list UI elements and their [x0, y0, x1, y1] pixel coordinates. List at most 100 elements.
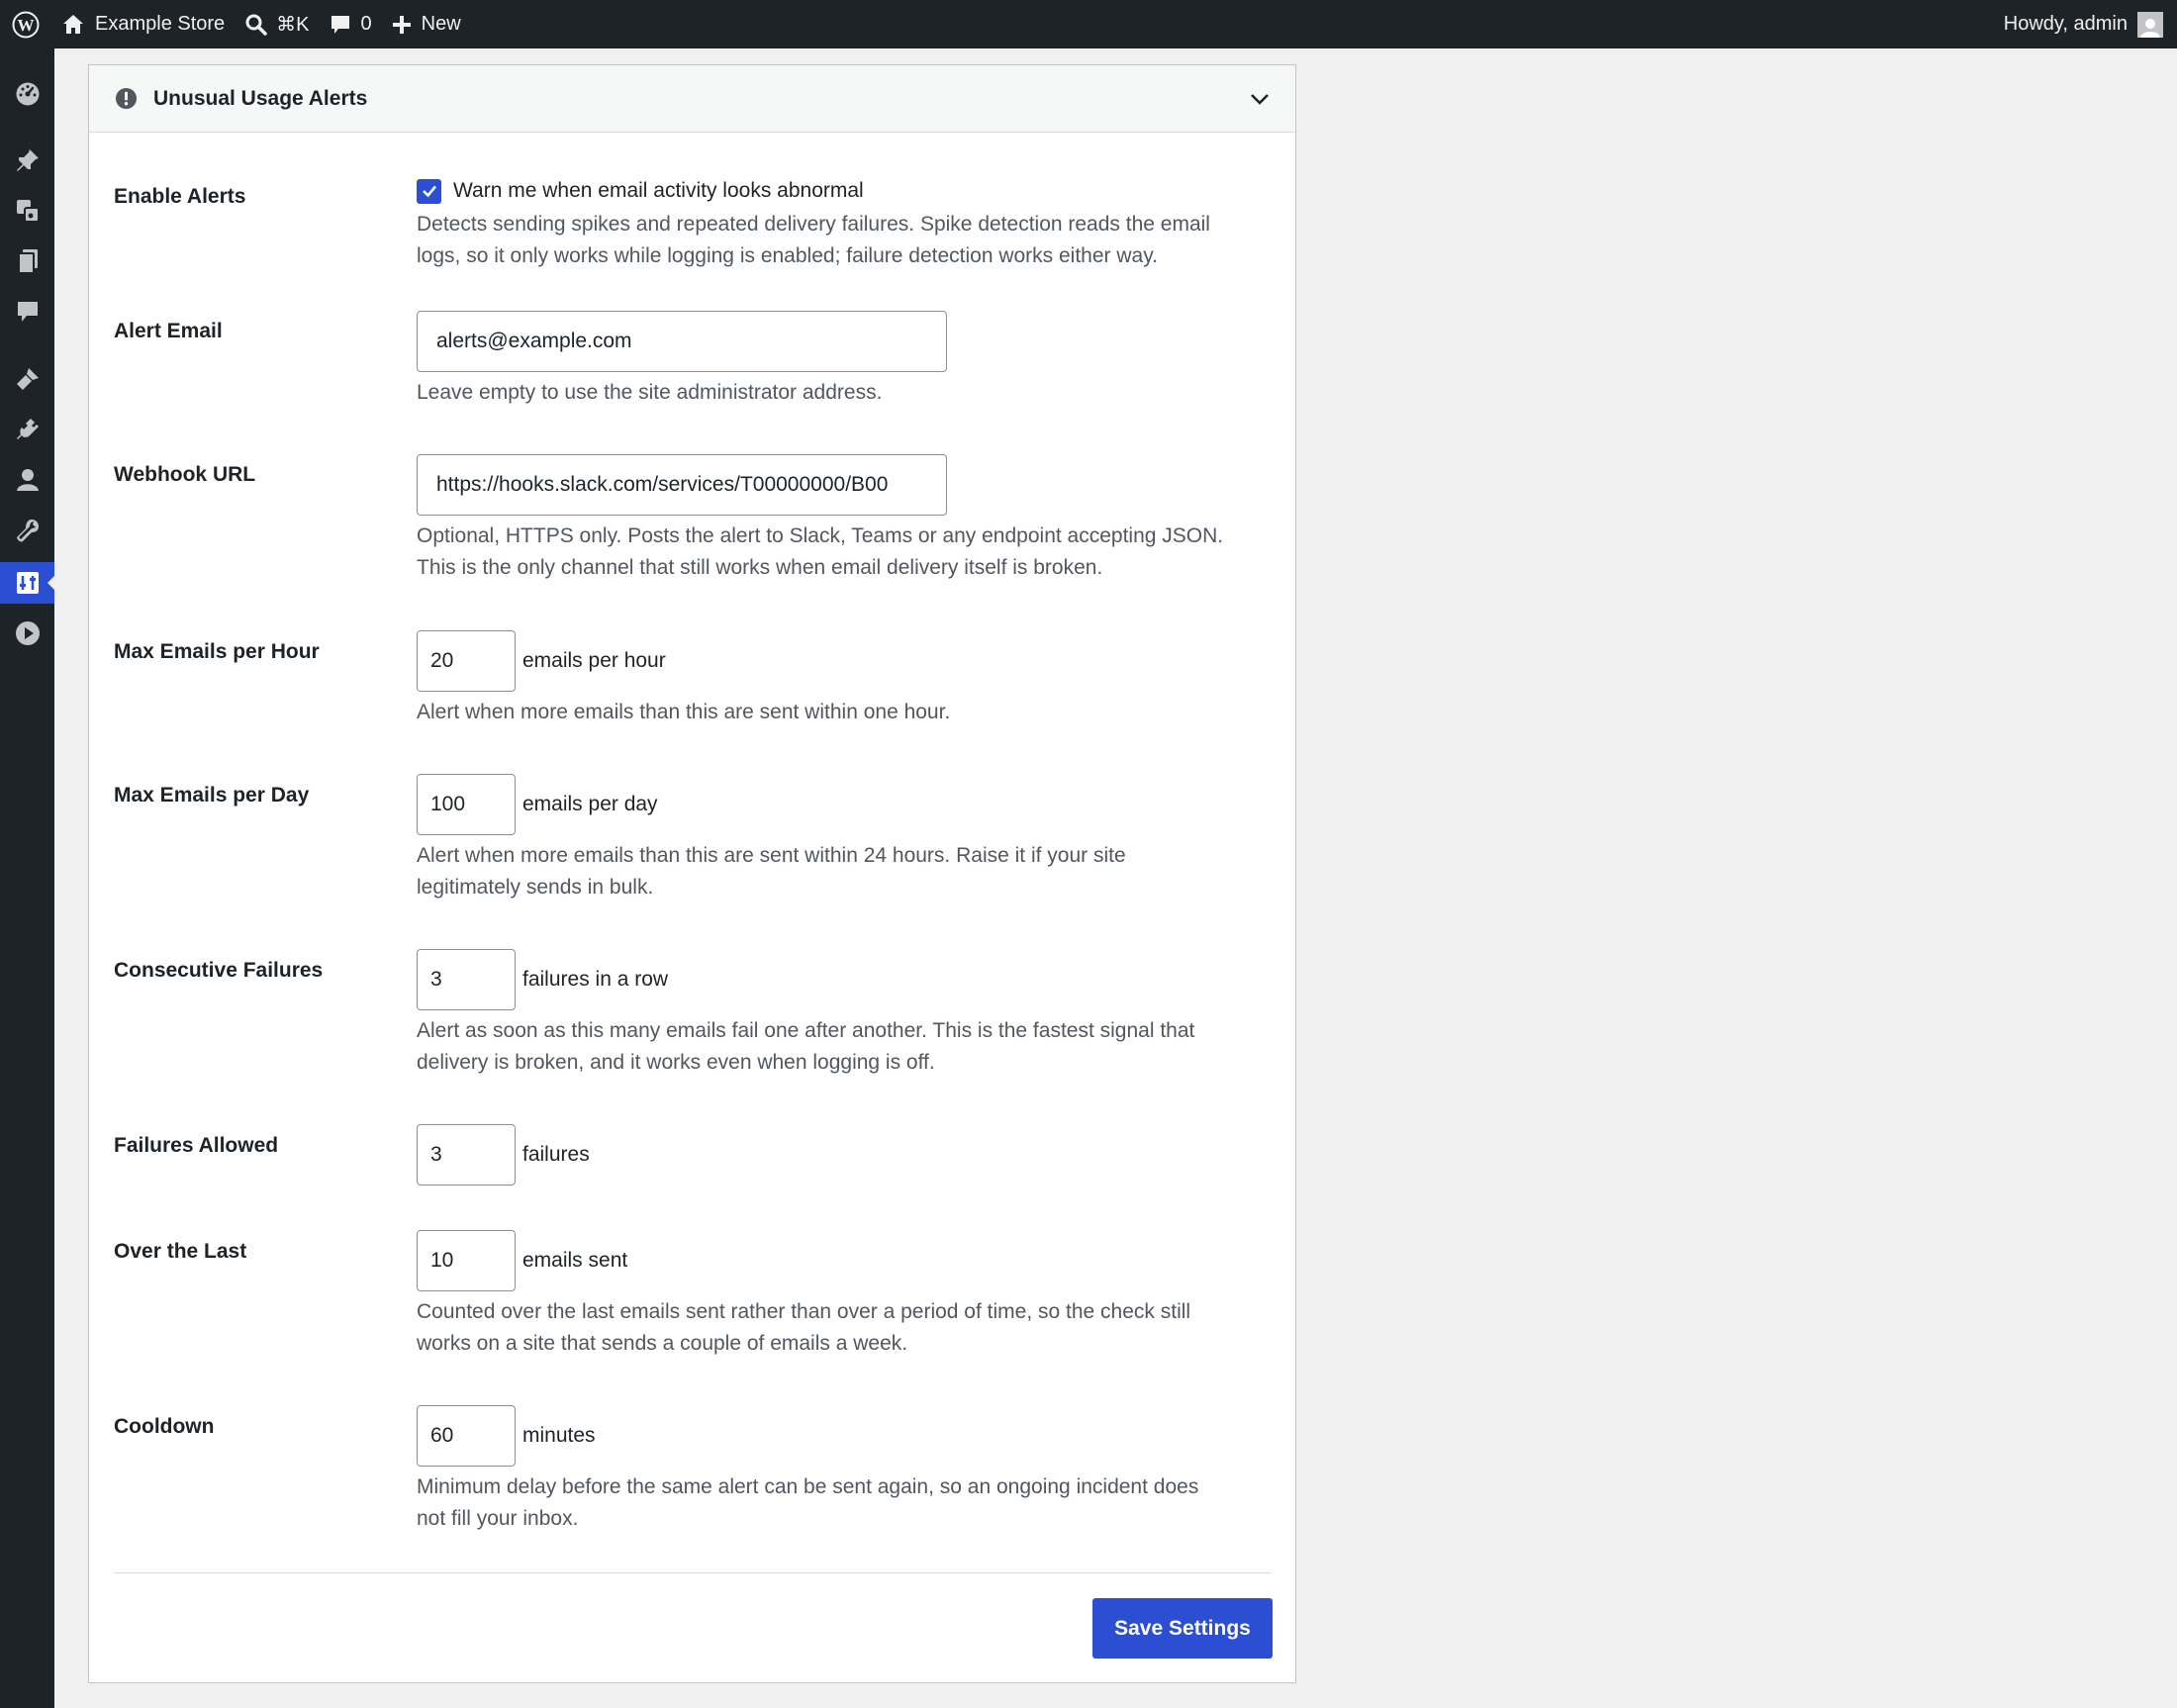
alert-info-icon [115, 87, 138, 110]
save-settings-button[interactable]: Save Settings [1092, 1598, 1273, 1659]
alert-email-input[interactable]: alerts@example.com [417, 311, 947, 372]
description-line: Alert when more emails than this are sen… [417, 701, 951, 723]
max-per-hour-field: 20 emails per hour Alert when more email… [417, 630, 950, 728]
alert-email-label: Alert Email [114, 320, 223, 342]
users-icon [16, 469, 39, 491]
consecutive-failures-label: Consecutive Failures [114, 959, 324, 982]
description-line: legitimately sends in bulk. [417, 876, 654, 899]
menu-item-comments[interactable] [0, 291, 54, 332]
max-per-hour-description: Alert when more emails than this are sen… [417, 697, 950, 728]
media-icon [16, 200, 40, 223]
new-content-link[interactable]: New [382, 0, 471, 48]
description-line: Leave empty to use the site administrato… [417, 381, 883, 404]
panel-header[interactable]: Unusual Usage Alerts [89, 65, 1295, 133]
my-account[interactable]: Howdy, admin [2003, 11, 2177, 38]
over-the-last-label: Over the Last [114, 1240, 247, 1263]
avatar [2137, 11, 2163, 38]
search-shortcut-label: ⌘K [276, 14, 310, 36]
menu-item-appearance[interactable] [0, 358, 54, 400]
cooldown-unit: minutes [522, 1424, 596, 1447]
max-per-hour-input[interactable]: 20 [417, 630, 516, 692]
menu-item-pages[interactable] [0, 240, 54, 282]
consecutive-failures-field: 3 failures in a row Alert as soon as thi… [417, 949, 1194, 1079]
max-per-day-field: 100 emails per day Alert when more email… [417, 774, 1126, 903]
menu-item-posts[interactable] [0, 140, 54, 181]
max-per-hour-unit: emails per hour [522, 649, 666, 672]
menu-item-users[interactable] [0, 459, 54, 501]
footer-divider [114, 1572, 1272, 1573]
webhook-url-input[interactable]: https://hooks.slack.com/services/T000000… [417, 454, 947, 516]
over-the-last-unit: emails sent [522, 1249, 628, 1272]
webhook-url-description: Optional, HTTPS only. Posts the alert to… [417, 521, 1223, 584]
enable-alerts-checkbox-label: Warn me when email activity looks abnorm… [453, 179, 864, 202]
menu-item-tools[interactable] [0, 510, 54, 551]
consecutive-failures-input[interactable]: 3 [417, 949, 516, 1010]
description-line: Minimum delay before the same alert can … [417, 1475, 1199, 1498]
media-player-icon [15, 621, 40, 645]
description-line: Detects sending spikes and repeated deli… [417, 213, 1210, 236]
menu-item-dashboard[interactable] [0, 73, 54, 115]
failures-allowed-input[interactable]: 3 [417, 1124, 516, 1186]
home-icon [63, 14, 83, 34]
max-per-day-description: Alert when more emails than this are sen… [417, 840, 1126, 903]
description-line: works on a site that sends a couple of e… [417, 1332, 908, 1355]
comments-link[interactable]: 0 [320, 0, 382, 48]
enable-alerts-description: Detects sending spikes and repeated deli… [417, 209, 1210, 272]
cooldown-input[interactable]: 60 [417, 1405, 516, 1467]
chevron-down-icon[interactable] [1248, 87, 1272, 111]
webhook-url-label: Webhook URL [114, 463, 256, 486]
description-line: delivery is broken, and it works even wh… [417, 1051, 935, 1074]
command-search[interactable]: ⌘K [235, 0, 319, 48]
alert-email-field: alerts@example.com Leave empty to use th… [417, 311, 947, 409]
failures-allowed-unit: failures [522, 1143, 590, 1166]
comments-icon [17, 302, 38, 322]
description-line: Optional, HTTPS only. Posts the alert to… [417, 524, 1224, 547]
dashboard-icon [16, 82, 39, 106]
description-line: Alert as soon as this many emails fail o… [417, 1019, 1195, 1042]
appearance-icon [16, 368, 39, 390]
description-line: logs, so it only works while logging is … [417, 244, 1158, 267]
plus-icon [392, 15, 411, 34]
admin-menu [0, 48, 55, 1708]
new-label: New [421, 13, 461, 35]
posts-icon [16, 149, 39, 171]
description-line: Counted over the last emails sent rather… [417, 1300, 1191, 1323]
max-per-day-input[interactable]: 100 [417, 774, 516, 835]
enable-alerts-checkbox[interactable] [417, 178, 441, 204]
howdy-greeting: Howdy, admin [2003, 13, 2128, 35]
checkmark-icon [422, 185, 436, 198]
description-line: Alert when more emails than this are sen… [417, 844, 1126, 867]
wordpress-logo-icon[interactable]: W [0, 0, 51, 48]
comments-count: 0 [360, 13, 372, 35]
failures-allowed-field: 3 failures [417, 1124, 590, 1186]
consecutive-failures-unit: failures in a row [522, 968, 669, 991]
description-line: not fill your inbox. [417, 1507, 579, 1530]
tools-icon [16, 520, 39, 542]
menu-item-media-player[interactable] [0, 613, 54, 654]
enable-alerts-field: Warn me when email activity looks abnorm… [417, 174, 1210, 272]
admin-bar: W Example Store ⌘K 0 New Howdy, admin [0, 0, 2177, 48]
menu-item-media[interactable] [0, 190, 54, 232]
max-per-day-unit: emails per day [522, 793, 658, 815]
cooldown-field: 60 minutes Minimum delay before the same… [417, 1405, 1198, 1535]
menu-item-settings[interactable] [0, 562, 55, 604]
max-per-hour-label: Max Emails per Hour [114, 640, 320, 663]
comment-bubble-icon [331, 15, 349, 34]
max-per-day-label: Max Emails per Day [114, 784, 310, 807]
search-icon [245, 14, 267, 36]
webhook-url-field: https://hooks.slack.com/services/T000000… [417, 454, 1223, 584]
panel-title: Unusual Usage Alerts [153, 86, 368, 110]
over-the-last-field: 10 emails sent Counted over the last ema… [417, 1230, 1190, 1360]
settings-icon [16, 572, 39, 594]
pages-icon [17, 249, 38, 274]
over-the-last-description: Counted over the last emails sent rather… [417, 1296, 1190, 1360]
cooldown-description: Minimum delay before the same alert can … [417, 1471, 1198, 1535]
menu-item-plugins[interactable] [0, 409, 54, 450]
over-the-last-input[interactable]: 10 [417, 1230, 516, 1291]
description-line: This is the only channel that still work… [417, 556, 1103, 579]
enable-alerts-label: Enable Alerts [114, 185, 246, 208]
consecutive-failures-description: Alert as soon as this many emails fail o… [417, 1015, 1194, 1079]
failures-allowed-label: Failures Allowed [114, 1134, 279, 1157]
site-name-link[interactable]: Example Store [51, 0, 235, 48]
cooldown-label: Cooldown [114, 1415, 215, 1438]
